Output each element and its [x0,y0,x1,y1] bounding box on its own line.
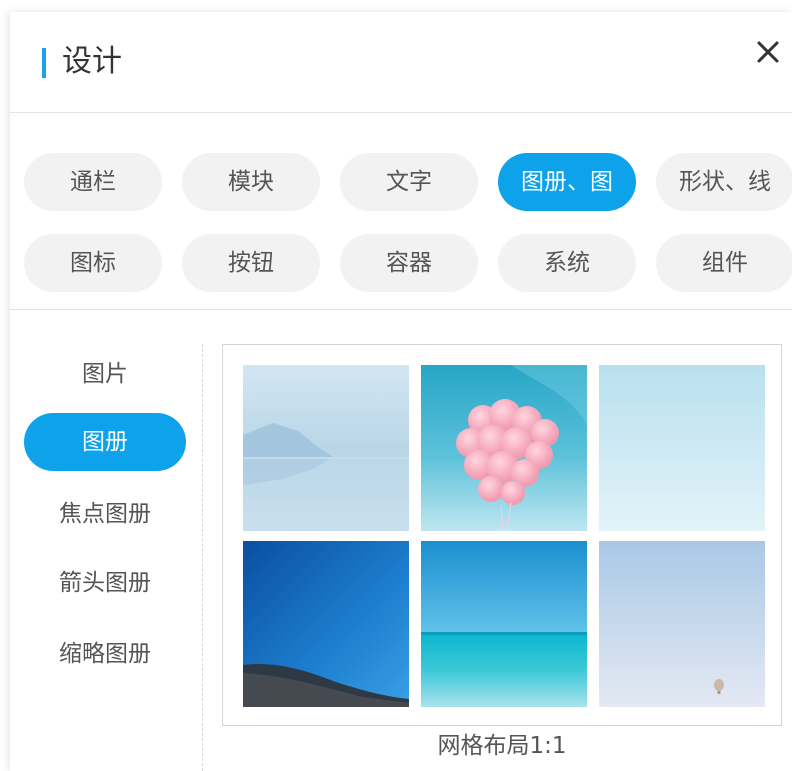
thumbnail-blue-sky-hill [243,541,409,707]
title-accent-bar [42,48,46,78]
category-chip-container[interactable]: 容器 [340,234,478,292]
subnav-divider [202,344,203,771]
design-panel: 设计 通栏 模块 文字 图册、图 形状、线 图标 按钮 容器 系统 组件 图片 … [10,12,792,771]
template-caption: 网格布局1:1 [437,733,567,759]
category-chip-tonglan[interactable]: 通栏 [24,153,162,211]
subnav-item-thumbnail-album[interactable]: 缩略图册 [24,625,186,683]
album-subnav: 图片 图册 焦点图册 箭头图册 缩略图册 [10,310,202,771]
category-chip-button[interactable]: 按钮 [182,234,320,292]
subnav-item-focus-album[interactable]: 焦点图册 [24,485,186,543]
subnav-item-picture[interactable]: 图片 [24,345,186,403]
category-chip-module[interactable]: 模块 [182,153,320,211]
close-button[interactable] [750,34,786,70]
thumbnail-misty-lake [243,365,409,531]
thumbnail-pink-balloons [421,365,587,531]
category-chip-component[interactable]: 组件 [656,234,792,292]
grid-layout-template-card[interactable] [222,344,782,726]
category-chips: 通栏 模块 文字 图册、图 形状、线 图标 按钮 容器 系统 组件 [10,113,792,310]
panel-header: 设计 [10,12,792,113]
thumbnail-turquoise-sea [421,541,587,707]
thumbnail-hazy-sky-balloon [599,541,765,707]
category-chip-album[interactable]: 图册、图 [498,153,636,211]
category-chip-shape[interactable]: 形状、线 [656,153,792,211]
category-chip-system[interactable]: 系统 [498,234,636,292]
subnav-item-arrow-album[interactable]: 箭头图册 [24,554,186,612]
category-chip-text[interactable]: 文字 [340,153,478,211]
thumbnail-pale-sky [599,365,765,531]
panel-title: 设计 [62,44,122,79]
close-icon [757,41,779,63]
category-chip-icon[interactable]: 图标 [24,234,162,292]
subnav-item-album[interactable]: 图册 [24,413,186,471]
